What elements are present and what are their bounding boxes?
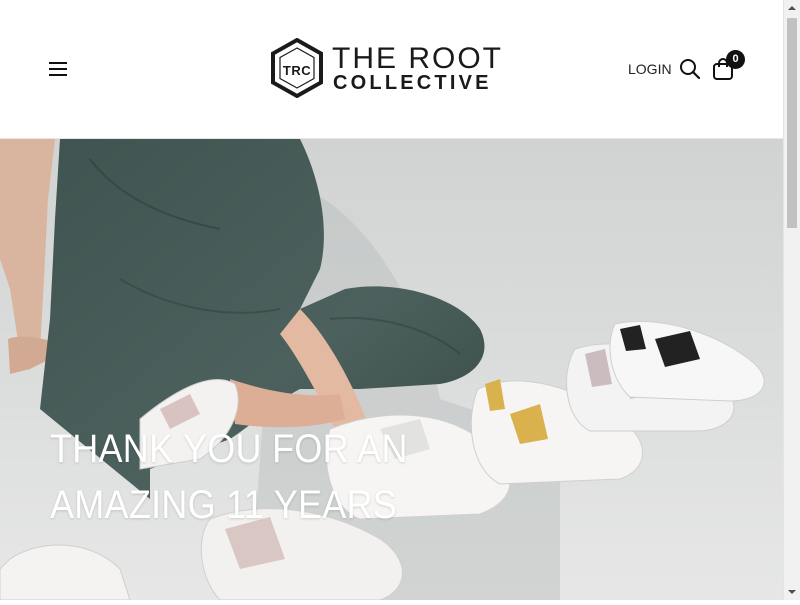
- hero-heading: THANK YOU FOR AN AMAZING 11 YEARS: [50, 421, 473, 533]
- login-link[interactable]: LOGIN: [628, 61, 672, 77]
- site-logo[interactable]: TRC THE ROOT COLLECTIVE: [270, 38, 520, 98]
- cart-count-badge: 0: [726, 50, 745, 69]
- page: TRC THE ROOT COLLECTIVE LOGIN 0 THANK YO…: [0, 0, 783, 600]
- svg-text:TRC: TRC: [283, 63, 311, 78]
- hero-heading-line-1: THANK YOU FOR AN: [50, 427, 408, 471]
- scroll-up-arrow-icon[interactable]: [784, 0, 800, 16]
- scroll-down-arrow-icon[interactable]: [784, 584, 800, 600]
- site-header: TRC THE ROOT COLLECTIVE LOGIN 0: [0, 0, 783, 139]
- hero-banner[interactable]: THANK YOU FOR AN AMAZING 11 YEARS: [0, 139, 783, 600]
- logo-wordmark-bottom: COLLECTIVE: [333, 72, 492, 94]
- scrollbar-thumb[interactable]: [787, 18, 797, 228]
- hero-heading-line-2: AMAZING 11 YEARS: [50, 483, 398, 527]
- hamburger-menu-icon[interactable]: [48, 58, 70, 80]
- search-icon[interactable]: [679, 58, 701, 80]
- vertical-scrollbar[interactable]: [783, 0, 800, 600]
- logo-wordmark-top: THE ROOT: [332, 42, 503, 75]
- logo-monogram-icon: TRC: [271, 38, 323, 98]
